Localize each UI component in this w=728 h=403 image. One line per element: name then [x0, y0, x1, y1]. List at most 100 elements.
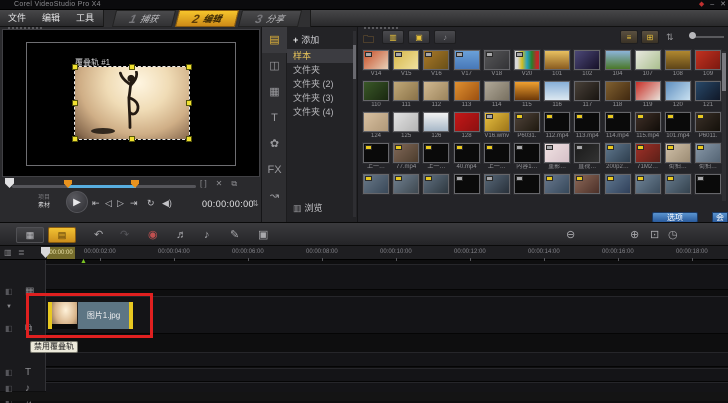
library-thumbnail[interactable]: 124: [361, 112, 391, 143]
library-thumbnail[interactable]: 上一…: [421, 143, 451, 174]
library-thumbnail[interactable]: [391, 174, 421, 205]
library-thumbnail[interactable]: 内容1…: [512, 143, 542, 174]
library-thumbnail[interactable]: 114.mp4: [603, 112, 633, 143]
library-thumbnail[interactable]: 117: [572, 81, 602, 112]
library-thumbnail[interactable]: 重影…: [542, 143, 572, 174]
show-photo-filter[interactable]: ▣: [408, 30, 430, 44]
timeline-ruler[interactable]: ▥≣ 00:00:00 00:00:02:0000:00:04:0000:00:…: [0, 246, 728, 260]
go-start-button[interactable]: ⇤: [92, 198, 100, 209]
record-capture-button[interactable]: ◉: [148, 228, 158, 242]
app-badge-icon[interactable]: ◆: [699, 0, 704, 10]
browse-button[interactable]: ▥浏览: [293, 201, 323, 214]
library-thumbnail[interactable]: V15: [391, 50, 421, 81]
library-thumbnail[interactable]: 101.mp4: [663, 112, 693, 143]
library-thumbnail[interactable]: 104: [603, 50, 633, 81]
volume-button[interactable]: ◀): [162, 198, 172, 209]
library-thumbnail[interactable]: 109: [693, 50, 723, 81]
go-end-button[interactable]: ⇥: [130, 198, 138, 209]
playback-mode-toggle[interactable]: 项目 素材: [38, 194, 64, 210]
sort-icon[interactable]: ⇅: [666, 32, 674, 43]
close-icon[interactable]: ✕: [720, 0, 726, 10]
library-thumbnail[interactable]: [512, 174, 542, 205]
resize-handle[interactable]: [72, 64, 78, 70]
auto-music-button[interactable]: ♪: [204, 228, 210, 242]
repeat-button[interactable]: ↻: [147, 198, 155, 209]
library-thumbnail[interactable]: [572, 174, 602, 205]
fit-timeline-icon[interactable]: ⊡: [650, 228, 659, 242]
title-button[interactable]: T: [262, 105, 287, 131]
library-thumbnail[interactable]: [482, 174, 512, 205]
library-thumbnail[interactable]: 113: [452, 81, 482, 112]
library-thumbnail[interactable]: [452, 174, 482, 205]
workflow-step[interactable]: 2编辑: [175, 10, 239, 27]
transitions-button[interactable]: ◫: [262, 53, 287, 79]
library-thumbnail[interactable]: 112: [421, 81, 451, 112]
instant-project-button[interactable]: ▣: [258, 228, 268, 242]
media-library-button[interactable]: ▤: [262, 27, 287, 53]
library-thumbnail[interactable]: 40.mp4: [452, 143, 482, 174]
library-thumbnail[interactable]: 110: [361, 81, 391, 112]
library-thumbnail[interactable]: 111: [391, 81, 421, 112]
library-thumbnail[interactable]: 116: [542, 81, 572, 112]
library-thumbnail[interactable]: V16.wmv: [482, 112, 512, 143]
library-thumbnail[interactable]: 200p2…: [603, 143, 633, 174]
library-thumbnail[interactable]: [663, 174, 693, 205]
library-thumbnail[interactable]: V14: [361, 50, 391, 81]
library-thumbnail[interactable]: [693, 174, 723, 205]
library-thumbnail[interactable]: 上一…: [482, 143, 512, 174]
library-thumbnail[interactable]: 112.mp4: [542, 112, 572, 143]
menu-item[interactable]: 工具: [76, 10, 94, 27]
library-thumbnail[interactable]: 77.mp4: [391, 143, 421, 174]
storyboard-view-button[interactable]: ▦: [16, 227, 44, 243]
track-manager-icon[interactable]: ▥: [4, 248, 12, 257]
library-thumbnail[interactable]: 115.mp4: [633, 112, 663, 143]
folder-item[interactable]: 文件夹 (4): [287, 105, 353, 119]
library-thumbnail[interactable]: [633, 174, 663, 205]
library-thumbnail[interactable]: [421, 174, 451, 205]
library-thumbnail[interactable]: V17: [452, 50, 482, 81]
library-thumbnail[interactable]: V20: [512, 50, 542, 81]
resize-handle[interactable]: [72, 100, 78, 106]
undo-button[interactable]: ↶: [94, 228, 103, 242]
resize-handle[interactable]: [129, 64, 135, 70]
folder-item[interactable]: 样本: [287, 49, 353, 63]
painting-creator-button[interactable]: ✎: [230, 228, 239, 242]
resize-handle[interactable]: [186, 100, 192, 106]
mode-clip-label[interactable]: 素材: [38, 202, 64, 210]
thumbnail-size-knob[interactable]: [689, 32, 696, 39]
library-thumbnail[interactable]: V16: [421, 50, 451, 81]
minimize-icon[interactable]: –: [710, 0, 714, 10]
library-thumbnail[interactable]: 108: [663, 50, 693, 81]
resize-handle[interactable]: [186, 64, 192, 70]
play-button[interactable]: ▶: [66, 191, 88, 213]
mode-project-label[interactable]: 项目: [38, 194, 64, 202]
folder-item[interactable]: 文件夹 (2): [287, 77, 353, 91]
menu-item[interactable]: 文件: [8, 10, 26, 27]
timeline-view-button[interactable]: ▤: [48, 227, 76, 243]
library-thumbnail[interactable]: 街拍…: [663, 143, 693, 174]
library-thumbnail[interactable]: V18: [482, 50, 512, 81]
library-thumbnail[interactable]: [361, 174, 391, 205]
folder-item[interactable]: 文件夹 (3): [287, 91, 353, 105]
resize-handle[interactable]: [72, 136, 78, 142]
menu-item[interactable]: 编辑: [42, 10, 60, 27]
library-thumbnail[interactable]: 121: [693, 81, 723, 112]
library-thumbnail[interactable]: 120: [663, 81, 693, 112]
redo-button[interactable]: ↷: [120, 228, 129, 242]
library-thumbnail[interactable]: 118: [603, 81, 633, 112]
library-thumbnail[interactable]: 115: [512, 81, 542, 112]
library-thumbnail[interactable]: 128: [452, 112, 482, 143]
library-thumbnail[interactable]: 113.mp4: [572, 112, 602, 143]
workflow-step[interactable]: 1捕获: [112, 10, 176, 27]
library-thumbnail[interactable]: 119: [633, 81, 663, 112]
thumbnail-view-button[interactable]: ⊞: [641, 30, 659, 44]
overlay-clip-image[interactable]: [75, 67, 189, 139]
library-thumbnail[interactable]: 126: [421, 112, 451, 143]
workflow-step[interactable]: 3分享: [238, 10, 302, 27]
graphics-button[interactable]: ▦: [262, 79, 287, 105]
gallery-scrollbar[interactable]: [353, 31, 356, 217]
title-track-lane[interactable]: [46, 352, 728, 367]
voice-track-lane[interactable]: [46, 368, 728, 382]
list-view-button[interactable]: ≡: [620, 30, 638, 44]
library-thumbnail[interactable]: [542, 174, 572, 205]
